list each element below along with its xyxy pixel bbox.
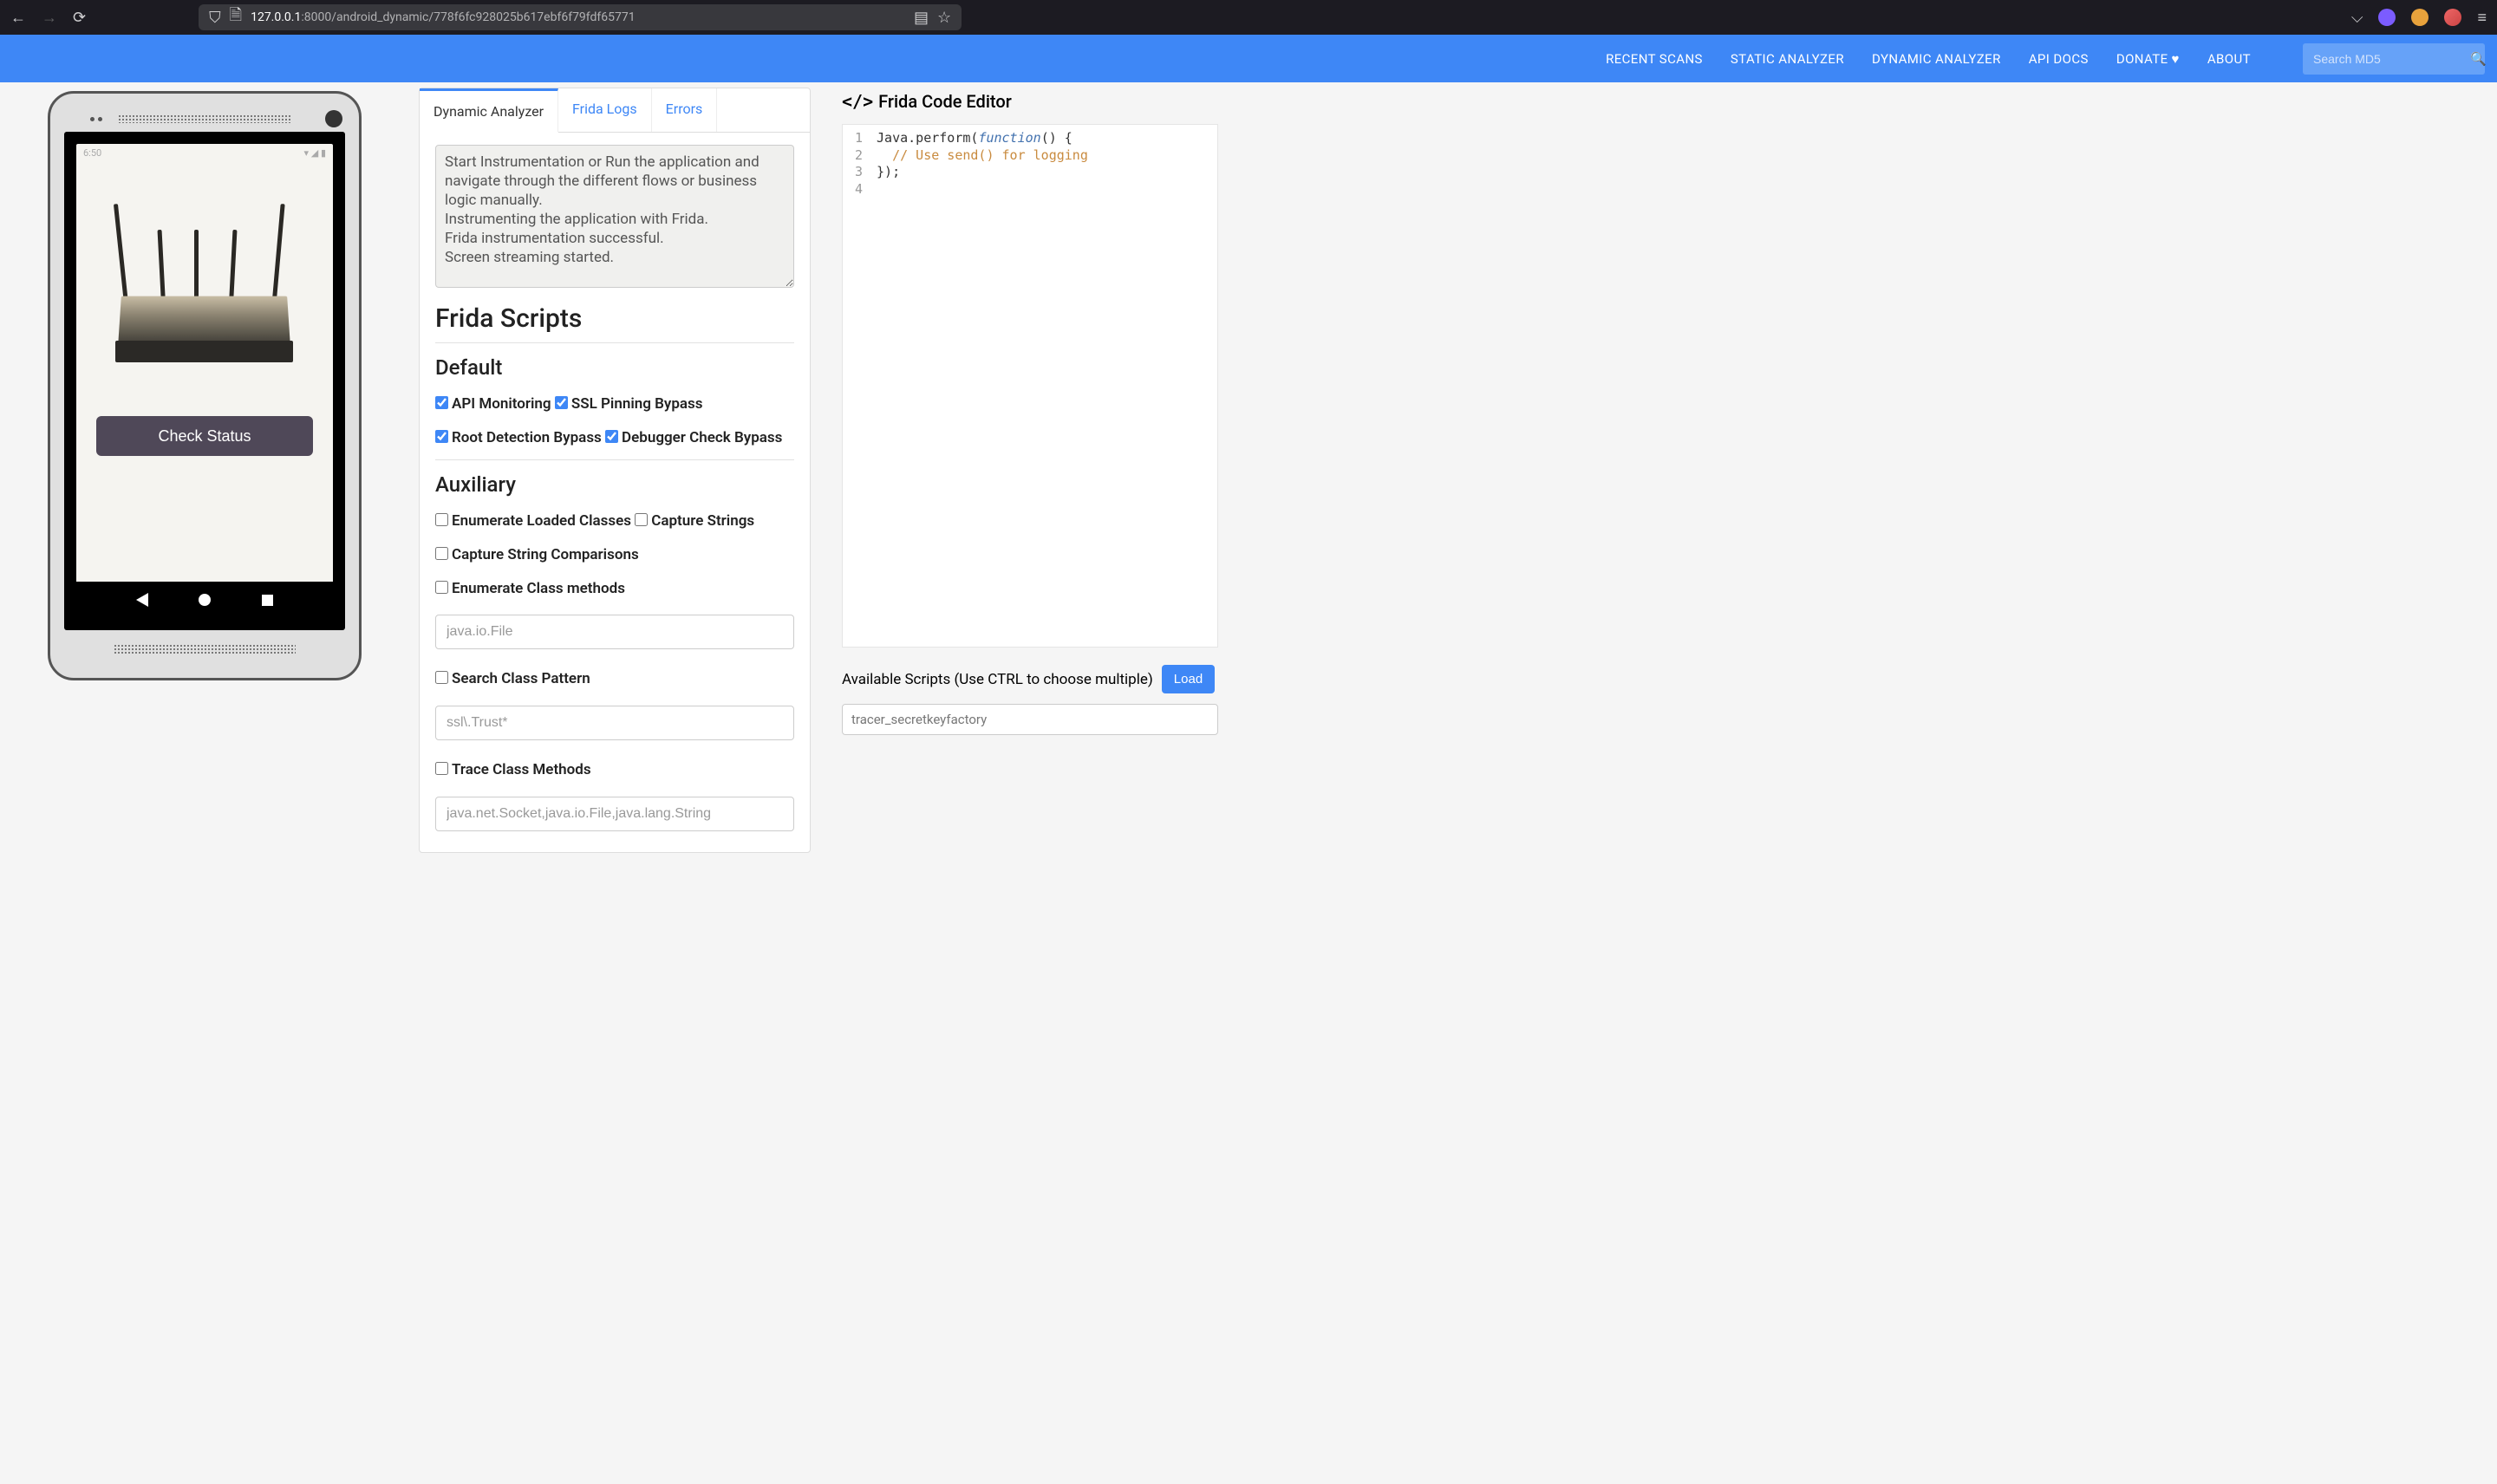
router-image (109, 199, 300, 373)
nav-api-docs[interactable]: API DOCS (2029, 51, 2089, 67)
enumerate-loaded-checkbox[interactable] (435, 513, 448, 526)
enumerate-methods-input[interactable] (435, 615, 794, 649)
url-text: 127.0.0.1:8000/android_dynamic/778f6fc92… (251, 10, 636, 24)
debugger-check-checkbox[interactable] (605, 430, 618, 443)
capture-string-cmp-option[interactable]: Capture String Comparisons (435, 546, 639, 563)
frida-scripts-heading: Frida Scripts (435, 303, 794, 334)
capture-strings-checkbox[interactable] (635, 513, 648, 526)
phone-frame: 6:50 ▾ ◢ ▮ Check Status (48, 91, 362, 680)
trace-methods-option[interactable]: Trace Class Methods (435, 761, 591, 778)
debugger-check-option[interactable]: Debugger Check Bypass (605, 429, 782, 446)
tab-bar: Dynamic Analyzer Frida Logs Errors (420, 88, 810, 133)
heart-icon: ♥ (2172, 51, 2180, 67)
phone-camera (325, 110, 342, 127)
load-button[interactable]: Load (1162, 665, 1215, 693)
enumerate-loaded-option[interactable]: Enumerate Loaded Classes (435, 512, 631, 530)
nav-recent-scans[interactable]: RECENT SCANS (1606, 51, 1703, 67)
auxiliary-heading: Auxiliary (435, 472, 794, 497)
enumerate-methods-option[interactable]: Enumerate Class methods (435, 580, 625, 597)
android-recents-icon[interactable] (262, 595, 273, 606)
extension-icon-3[interactable] (2444, 9, 2461, 26)
tab-errors[interactable]: Errors (652, 88, 718, 132)
line-gutter: 1234 (843, 125, 870, 647)
available-scripts-label: Available Scripts (Use CTRL to choose mu… (842, 671, 1153, 688)
capture-strings-option[interactable]: Capture Strings (635, 512, 754, 530)
scripts-select[interactable]: tracer_secretkeyfactory (842, 704, 1218, 735)
trace-methods-checkbox[interactable] (435, 762, 448, 775)
pocket-icon[interactable]: ⌵ (2351, 9, 2363, 27)
back-icon[interactable]: ← (10, 9, 26, 27)
search-pattern-input[interactable] (435, 706, 794, 740)
url-bar[interactable]: ⛉ 🗎 127.0.0.1:8000/android_dynamic/778f6… (199, 4, 962, 30)
android-nav-bar (76, 582, 333, 618)
page-icon: 🗎 (230, 4, 242, 30)
nav-static-analyzer[interactable]: STATIC ANALYZER (1731, 51, 1844, 67)
code-editor-title: </> Frida Code Editor (842, 91, 1218, 112)
log-output[interactable] (435, 145, 794, 288)
browser-nav-buttons: ← → ⟳ (10, 9, 86, 27)
reload-icon[interactable]: ⟳ (73, 9, 86, 27)
phone-speaker (118, 114, 291, 123)
phone-screen[interactable]: 6:50 ▾ ◢ ▮ Check Status (64, 132, 345, 630)
search-icon[interactable]: 🔍 (2470, 51, 2487, 67)
api-monitoring-checkbox[interactable] (435, 396, 448, 409)
code-content[interactable]: Java.perform(function() { // Use send() … (870, 125, 1095, 647)
analyzer-card: Dynamic Analyzer Frida Logs Errors Frida… (419, 88, 811, 853)
default-heading: Default (435, 355, 794, 380)
code-icon: </> (842, 91, 873, 112)
status-icons: ▾ ◢ ▮ (304, 147, 327, 161)
capture-string-cmp-checkbox[interactable] (435, 547, 448, 560)
menu-icon[interactable]: ≡ (2477, 9, 2487, 27)
search-pattern-checkbox[interactable] (435, 671, 448, 684)
tab-frida-logs[interactable]: Frida Logs (558, 88, 652, 132)
search-box[interactable]: 🔍 (2303, 43, 2485, 75)
bookmark-icon[interactable]: ☆ (937, 9, 951, 27)
root-detection-checkbox[interactable] (435, 430, 448, 443)
reader-icon[interactable]: ▤ (914, 9, 929, 27)
nav-dynamic-analyzer[interactable]: DYNAMIC ANALYZER (1872, 51, 2001, 67)
shield-icon[interactable]: ⛉ (209, 9, 221, 27)
forward-icon[interactable]: → (42, 9, 57, 27)
android-home-icon[interactable] (199, 594, 211, 606)
app-navbar: RECENT SCANS STATIC ANALYZER DYNAMIC ANA… (0, 35, 2497, 82)
nav-about[interactable]: ABOUT (2207, 51, 2251, 67)
enumerate-methods-checkbox[interactable] (435, 581, 448, 594)
api-monitoring-option[interactable]: API Monitoring (435, 395, 551, 413)
browser-chrome: ← → ⟳ ⛉ 🗎 127.0.0.1:8000/android_dynamic… (0, 0, 2497, 35)
nav-donate[interactable]: DONATE♥ (2116, 51, 2180, 67)
tab-dynamic-analyzer[interactable]: Dynamic Analyzer (420, 88, 558, 133)
extension-icon-1[interactable] (2378, 9, 2396, 26)
ssl-pinning-option[interactable]: SSL Pinning Bypass (555, 395, 703, 413)
code-editor[interactable]: 1234 Java.perform(function() { // Use se… (842, 124, 1218, 648)
search-pattern-option[interactable]: Search Class Pattern (435, 670, 590, 687)
status-time: 6:50 (83, 147, 101, 161)
root-detection-option[interactable]: Root Detection Bypass (435, 429, 602, 446)
android-back-icon[interactable] (136, 593, 148, 607)
ssl-pinning-checkbox[interactable] (555, 396, 568, 409)
search-input[interactable] (2313, 52, 2470, 66)
trace-methods-input[interactable] (435, 797, 794, 831)
extension-icon-2[interactable] (2411, 9, 2429, 26)
check-status-button[interactable]: Check Status (96, 416, 313, 456)
